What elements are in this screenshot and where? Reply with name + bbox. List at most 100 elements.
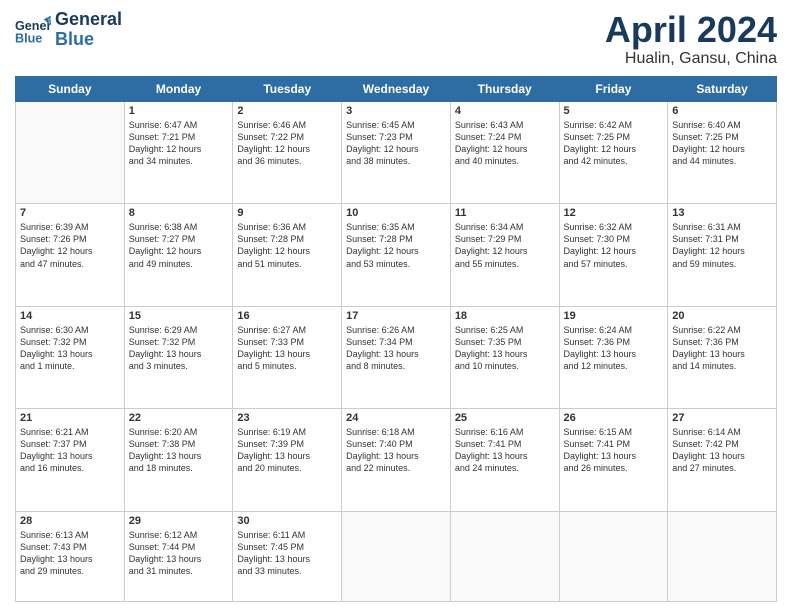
cell-info: Sunrise: 6:34 AM Sunset: 7:29 PM Dayligh… [455, 221, 555, 270]
calendar-cell: 25 Sunrise: 6:16 AM Sunset: 7:41 PM Dayli… [450, 409, 559, 511]
calendar-table: Sunday Monday Tuesday Wednesday Thursday… [15, 76, 777, 602]
day-number: 21 [20, 412, 120, 424]
month-title: April 2024 [605, 10, 777, 50]
logo-line1: General [55, 10, 122, 30]
cell-info: Sunrise: 6:22 AM Sunset: 7:36 PM Dayligh… [672, 324, 772, 373]
calendar-cell: 11 Sunrise: 6:34 AM Sunset: 7:29 PM Dayli… [450, 204, 559, 306]
calendar-cell: 3Sunrise: 6:45 AM Sunset: 7:23 PM Daylig… [342, 101, 451, 203]
cell-info: Sunrise: 6:24 AM Sunset: 7:36 PM Dayligh… [564, 324, 664, 373]
logo-text: General Blue [55, 10, 122, 50]
calendar-cell: 21 Sunrise: 6:21 AM Sunset: 7:37 PM Dayli… [16, 409, 125, 511]
calendar-cell: 22 Sunrise: 6:20 AM Sunset: 7:38 PM Dayli… [124, 409, 233, 511]
title-block: April 2024 Hualin, Gansu, China [605, 10, 777, 68]
day-number: 23 [237, 412, 337, 424]
calendar-cell: 10 Sunrise: 6:35 AM Sunset: 7:28 PM Dayli… [342, 204, 451, 306]
calendar-cell: 14Sunrise: 6:30 AM Sunset: 7:32 PM Dayli… [16, 306, 125, 408]
calendar-header-row: Sunday Monday Tuesday Wednesday Thursday… [16, 76, 777, 101]
day-number: 30 [237, 515, 337, 527]
logo-line2: Blue [55, 30, 122, 50]
day-number: 17 [346, 310, 446, 322]
day-number: 5 [564, 105, 664, 117]
day-number: 7 [20, 207, 120, 219]
day-number: 6 [672, 105, 772, 117]
cell-info: Sunrise: 6:47 AM Sunset: 7:21 PM Dayligh… [129, 119, 229, 168]
col-saturday: Saturday [668, 76, 777, 101]
cell-info: Sunrise: 6:26 AM Sunset: 7:34 PM Dayligh… [346, 324, 446, 373]
cell-info: Sunrise: 6:13 AM Sunset: 7:43 PM Dayligh… [20, 529, 120, 578]
cell-info: Sunrise: 6:12 AM Sunset: 7:44 PM Dayligh… [129, 529, 229, 578]
week-row-2: 7Sunrise: 6:39 AM Sunset: 7:26 PM Daylig… [16, 204, 777, 306]
calendar-cell: 29 Sunrise: 6:12 AM Sunset: 7:44 PM Dayli… [124, 511, 233, 601]
calendar-cell [342, 511, 451, 601]
week-row-3: 14Sunrise: 6:30 AM Sunset: 7:32 PM Dayli… [16, 306, 777, 408]
cell-info: Sunrise: 6:19 AM Sunset: 7:39 PM Dayligh… [237, 426, 337, 475]
cell-info: Sunrise: 6:40 AM Sunset: 7:25 PM Dayligh… [672, 119, 772, 168]
cell-info: Sunrise: 6:21 AM Sunset: 7:37 PM Dayligh… [20, 426, 120, 475]
cell-info: Sunrise: 6:18 AM Sunset: 7:40 PM Dayligh… [346, 426, 446, 475]
day-number: 10 [346, 207, 446, 219]
day-number: 28 [20, 515, 120, 527]
day-number: 4 [455, 105, 555, 117]
cell-info: Sunrise: 6:36 AM Sunset: 7:28 PM Dayligh… [237, 221, 337, 270]
cell-info: Sunrise: 6:25 AM Sunset: 7:35 PM Dayligh… [455, 324, 555, 373]
calendar-cell [668, 511, 777, 601]
calendar-cell: 28 Sunrise: 6:13 AM Sunset: 7:43 PM Dayli… [16, 511, 125, 601]
general-blue-logo-icon: General Blue [15, 12, 51, 48]
calendar-cell: 15 Sunrise: 6:29 AM Sunset: 7:32 PM Dayli… [124, 306, 233, 408]
day-number: 19 [564, 310, 664, 322]
col-tuesday: Tuesday [233, 76, 342, 101]
calendar-cell: 5 Sunrise: 6:42 AM Sunset: 7:25 PM Daylig… [559, 101, 668, 203]
cell-info: Sunrise: 6:31 AM Sunset: 7:31 PM Dayligh… [672, 221, 772, 270]
cell-info: Sunrise: 6:46 AM Sunset: 7:22 PM Dayligh… [237, 119, 337, 168]
calendar-cell: 30Sunrise: 6:11 AM Sunset: 7:45 PM Dayli… [233, 511, 342, 601]
calendar-cell: 7Sunrise: 6:39 AM Sunset: 7:26 PM Daylig… [16, 204, 125, 306]
cell-info: Sunrise: 6:14 AM Sunset: 7:42 PM Dayligh… [672, 426, 772, 475]
calendar-cell: 2 Sunrise: 6:46 AM Sunset: 7:22 PM Daylig… [233, 101, 342, 203]
day-number: 14 [20, 310, 120, 322]
calendar-cell: 8 Sunrise: 6:38 AM Sunset: 7:27 PM Daylig… [124, 204, 233, 306]
day-number: 1 [129, 105, 229, 117]
cell-info: Sunrise: 6:38 AM Sunset: 7:27 PM Dayligh… [129, 221, 229, 270]
location-title: Hualin, Gansu, China [605, 50, 777, 68]
week-row-1: 1 Sunrise: 6:47 AM Sunset: 7:21 PM Daylig… [16, 101, 777, 203]
day-number: 24 [346, 412, 446, 424]
cell-info: Sunrise: 6:35 AM Sunset: 7:28 PM Dayligh… [346, 221, 446, 270]
calendar-cell: 16 Sunrise: 6:27 AM Sunset: 7:33 PM Dayli… [233, 306, 342, 408]
cell-info: Sunrise: 6:42 AM Sunset: 7:25 PM Dayligh… [564, 119, 664, 168]
day-number: 25 [455, 412, 555, 424]
cell-info: Sunrise: 6:20 AM Sunset: 7:38 PM Dayligh… [129, 426, 229, 475]
day-number: 11 [455, 207, 555, 219]
calendar-cell [16, 101, 125, 203]
day-number: 8 [129, 207, 229, 219]
cell-info: Sunrise: 6:29 AM Sunset: 7:32 PM Dayligh… [129, 324, 229, 373]
day-number: 29 [129, 515, 229, 527]
calendar-cell: 27 Sunrise: 6:14 AM Sunset: 7:42 PM Dayli… [668, 409, 777, 511]
col-monday: Monday [124, 76, 233, 101]
day-number: 26 [564, 412, 664, 424]
day-number: 16 [237, 310, 337, 322]
svg-text:Blue: Blue [15, 31, 42, 45]
cell-info: Sunrise: 6:27 AM Sunset: 7:33 PM Dayligh… [237, 324, 337, 373]
cell-info: Sunrise: 6:45 AM Sunset: 7:23 PM Dayligh… [346, 119, 446, 168]
cell-info: Sunrise: 6:16 AM Sunset: 7:41 PM Dayligh… [455, 426, 555, 475]
day-number: 13 [672, 207, 772, 219]
col-wednesday: Wednesday [342, 76, 451, 101]
day-number: 27 [672, 412, 772, 424]
day-number: 15 [129, 310, 229, 322]
calendar-cell: 4Sunrise: 6:43 AM Sunset: 7:24 PM Daylig… [450, 101, 559, 203]
page: General Blue General Blue April 2024 Hua… [0, 0, 792, 612]
calendar-cell: 9Sunrise: 6:36 AM Sunset: 7:28 PM Daylig… [233, 204, 342, 306]
col-friday: Friday [559, 76, 668, 101]
week-row-5: 28 Sunrise: 6:13 AM Sunset: 7:43 PM Dayli… [16, 511, 777, 601]
day-number: 18 [455, 310, 555, 322]
calendar-cell [559, 511, 668, 601]
cell-info: Sunrise: 6:32 AM Sunset: 7:30 PM Dayligh… [564, 221, 664, 270]
calendar-cell: 13 Sunrise: 6:31 AM Sunset: 7:31 PM Dayli… [668, 204, 777, 306]
week-row-4: 21 Sunrise: 6:21 AM Sunset: 7:37 PM Dayli… [16, 409, 777, 511]
calendar-cell: 12Sunrise: 6:32 AM Sunset: 7:30 PM Dayli… [559, 204, 668, 306]
day-number: 2 [237, 105, 337, 117]
calendar-cell: 20Sunrise: 6:22 AM Sunset: 7:36 PM Dayli… [668, 306, 777, 408]
day-number: 22 [129, 412, 229, 424]
cell-info: Sunrise: 6:15 AM Sunset: 7:41 PM Dayligh… [564, 426, 664, 475]
calendar-cell: 18 Sunrise: 6:25 AM Sunset: 7:35 PM Dayli… [450, 306, 559, 408]
